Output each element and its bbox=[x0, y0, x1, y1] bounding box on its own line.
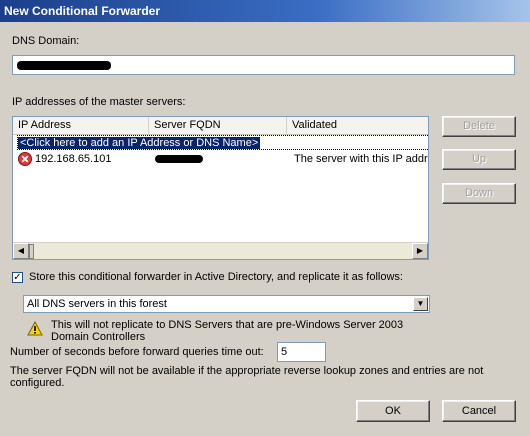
master-servers-list[interactable]: IP Address Server FQDN Validated <Click … bbox=[12, 116, 429, 260]
fqdn-note-line1: The server FQDN will not be available if… bbox=[10, 365, 484, 377]
title-bar: New Conditional Forwarder bbox=[0, 0, 530, 22]
add-server-placeholder: <Click here to add an IP Address or DNS … bbox=[18, 137, 261, 149]
replication-scope-value: All DNS servers in this forest bbox=[27, 298, 167, 310]
fqdn-note-line2: configured. bbox=[10, 377, 65, 389]
column-validated[interactable]: Validated bbox=[287, 117, 428, 134]
error-x-icon bbox=[18, 152, 32, 166]
row-ip-address: 192.168.65.101 bbox=[35, 153, 112, 165]
replication-scope-select[interactable]: All DNS servers in this forest ▼ bbox=[23, 295, 430, 313]
timeout-input[interactable]: 5 bbox=[277, 342, 326, 362]
warning-text-line1: This will not replicate to DNS Servers t… bbox=[51, 319, 404, 331]
delete-button[interactable]: Delete bbox=[442, 116, 516, 137]
chevron-down-icon[interactable]: ▼ bbox=[413, 297, 428, 311]
scroll-right-icon[interactable]: ▶ bbox=[412, 243, 428, 259]
timeout-value: 5 bbox=[281, 346, 288, 358]
cancel-button[interactable]: Cancel bbox=[442, 400, 516, 422]
store-in-ad-checkbox[interactable]: ✓ bbox=[12, 272, 23, 283]
window-title: New Conditional Forwarder bbox=[4, 4, 161, 18]
warning-triangle-icon bbox=[27, 320, 43, 336]
down-button[interactable]: Down bbox=[442, 183, 516, 204]
column-ip-address[interactable]: IP Address bbox=[13, 117, 149, 134]
timeout-label: Number of seconds before forward queries… bbox=[10, 346, 264, 358]
up-button[interactable]: Up bbox=[442, 149, 516, 170]
redaction-mark bbox=[17, 61, 111, 70]
scroll-thumb[interactable] bbox=[29, 244, 34, 259]
ok-button[interactable]: OK bbox=[356, 400, 430, 422]
dns-domain-label: DNS Domain: bbox=[12, 35, 80, 47]
horizontal-scrollbar[interactable]: ◀ ▶ bbox=[13, 242, 428, 259]
list-header: IP Address Server FQDN Validated bbox=[13, 117, 428, 135]
master-servers-label: IP addresses of the master servers: bbox=[12, 96, 186, 108]
row-validated: The server with this IP addre bbox=[294, 153, 428, 165]
redaction-mark bbox=[155, 155, 203, 163]
warning-text-line2: Domain Controllers bbox=[51, 331, 146, 343]
dns-domain-input[interactable] bbox=[12, 55, 515, 75]
scroll-left-icon[interactable]: ◀ bbox=[13, 243, 29, 259]
table-row[interactable]: 192.168.65.101 The server with this IP a… bbox=[13, 151, 428, 167]
add-server-row[interactable]: <Click here to add an IP Address or DNS … bbox=[17, 135, 428, 150]
store-in-ad-label: Store this conditional forwarder in Acti… bbox=[29, 271, 403, 283]
column-server-fqdn[interactable]: Server FQDN bbox=[149, 117, 287, 134]
